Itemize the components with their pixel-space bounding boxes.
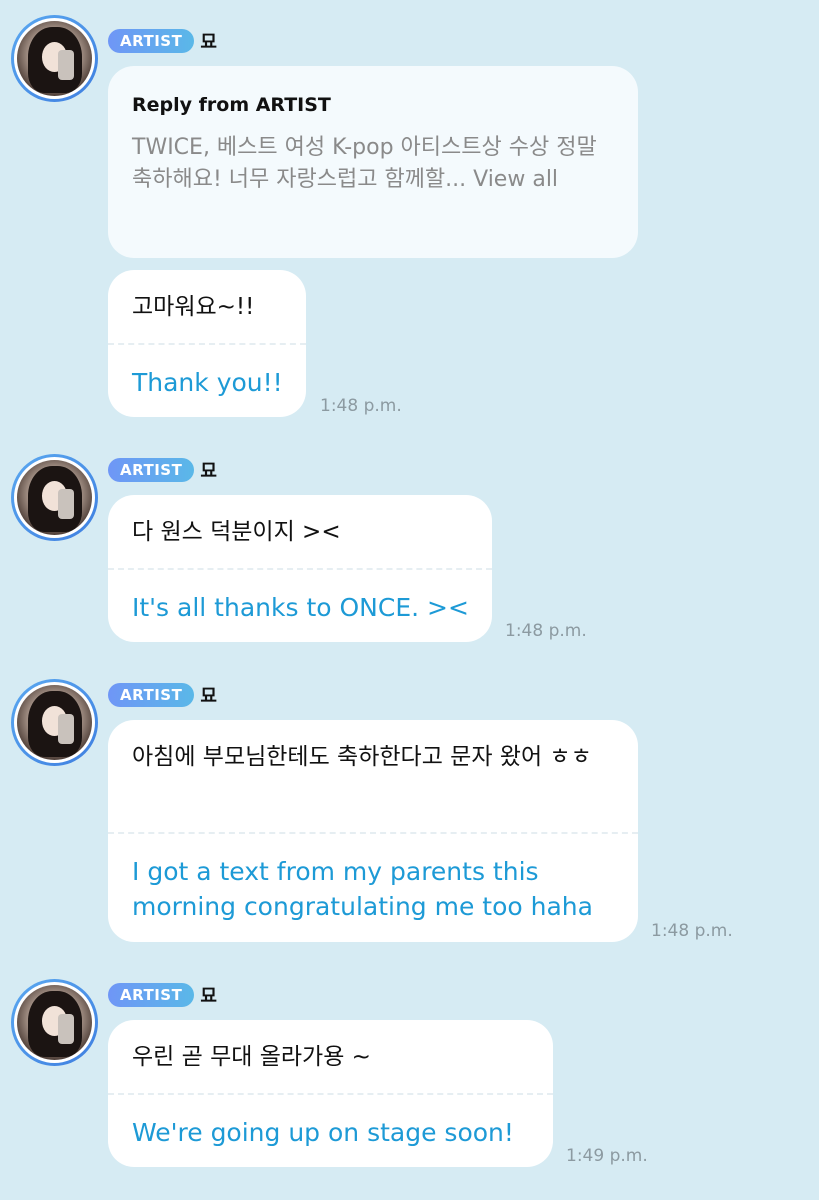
message-bubble[interactable]: 고마워요~!! Thank you!! bbox=[108, 270, 306, 417]
sender-header: ARTIST 묘 bbox=[108, 982, 217, 1008]
sender-name: 묘 bbox=[200, 461, 217, 482]
avatar-photo bbox=[17, 985, 92, 1060]
avatar-photo bbox=[17, 460, 92, 535]
message-bubble[interactable]: 아침에 부모님한테도 축하한다고 문자 왔어 ㅎㅎ I got a text f… bbox=[108, 720, 638, 942]
message-korean-text: 고마워요~!! bbox=[132, 294, 255, 320]
translation-divider bbox=[108, 568, 492, 570]
translation-divider bbox=[108, 1093, 553, 1095]
avatar-photo bbox=[17, 21, 92, 96]
reply-text: TWICE, 베스트 여성 K-pop 아티스트상 수상 정말 축하해요! 너무… bbox=[132, 135, 597, 192]
artist-badge: ARTIST bbox=[108, 458, 195, 482]
artist-avatar[interactable] bbox=[11, 679, 98, 766]
artist-badge: ARTIST bbox=[108, 29, 195, 53]
artist-avatar[interactable] bbox=[11, 15, 98, 102]
sender-name: 묘 bbox=[200, 986, 217, 1007]
message-bubble[interactable]: 다 원스 덕분이지 >< It's all thanks to ONCE. >< bbox=[108, 495, 492, 642]
chat-thread: ARTIST 묘 Reply from ARTIST TWICE, 베스트 여성… bbox=[0, 0, 819, 1200]
artist-badge: ARTIST bbox=[108, 683, 195, 707]
artist-avatar[interactable] bbox=[11, 979, 98, 1066]
reply-preview-bubble[interactable]: Reply from ARTIST TWICE, 베스트 여성 K-pop 아티… bbox=[108, 66, 638, 258]
sender-header: ARTIST 묘 bbox=[108, 682, 217, 708]
avatar-photo bbox=[17, 685, 92, 760]
message-translation-text: Thank you!! bbox=[132, 368, 283, 397]
artist-avatar[interactable] bbox=[11, 454, 98, 541]
sender-header: ARTIST 묘 bbox=[108, 28, 217, 54]
translation-divider bbox=[108, 343, 306, 345]
sender-name: 묘 bbox=[200, 686, 217, 707]
message-timestamp: 1:48 p.m. bbox=[651, 921, 733, 941]
message-timestamp: 1:48 p.m. bbox=[505, 621, 587, 641]
sender-name: 묘 bbox=[200, 32, 217, 53]
sender-header: ARTIST 묘 bbox=[108, 457, 217, 483]
message-korean-text: 우린 곧 무대 올라가용 ~ bbox=[132, 1044, 371, 1070]
message-translation-text: We're going up on stage soon! bbox=[132, 1118, 514, 1147]
message-korean-text: 아침에 부모님한테도 축하한다고 문자 왔어 ㅎㅎ bbox=[132, 744, 592, 770]
reply-title: Reply from ARTIST bbox=[132, 94, 331, 116]
translation-divider bbox=[108, 832, 638, 834]
message-bubble[interactable]: 우린 곧 무대 올라가용 ~ We're going up on stage s… bbox=[108, 1020, 553, 1167]
message-timestamp: 1:48 p.m. bbox=[320, 396, 402, 416]
message-translation-text: I got a text from my parents this mornin… bbox=[132, 857, 593, 921]
message-timestamp: 1:49 p.m. bbox=[566, 1146, 648, 1166]
message-korean-text: 다 원스 덕분이지 >< bbox=[132, 519, 341, 545]
message-translation-text: It's all thanks to ONCE. >< bbox=[132, 593, 469, 622]
artist-badge: ARTIST bbox=[108, 983, 195, 1007]
